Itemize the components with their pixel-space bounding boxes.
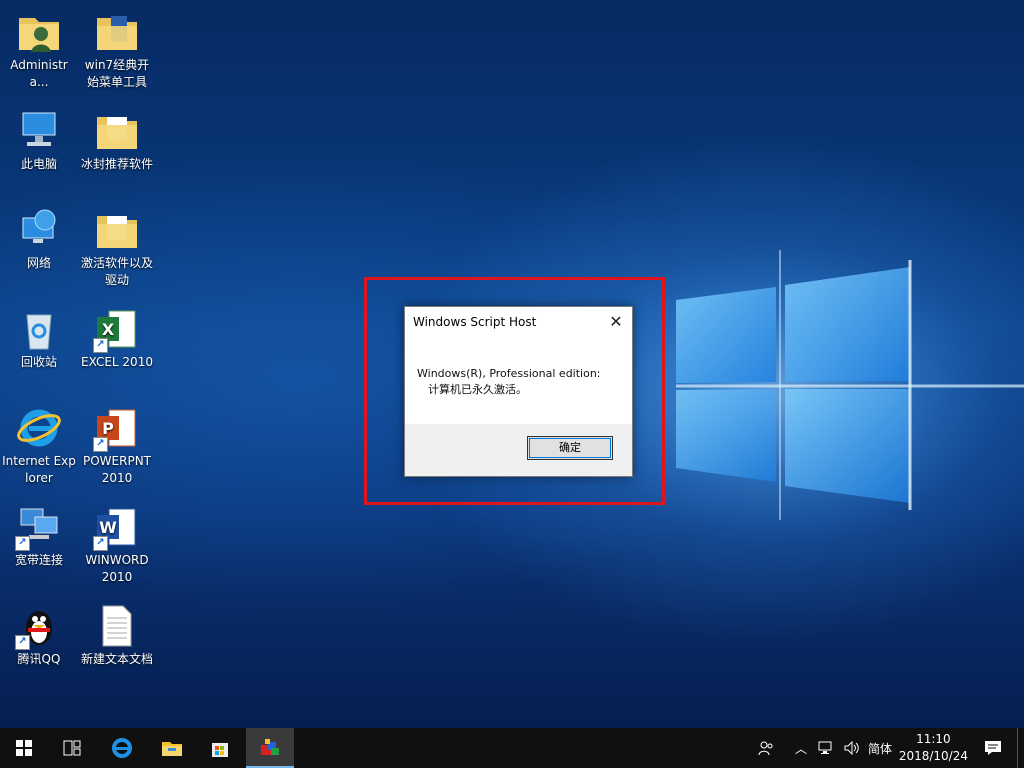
close-icon[interactable]: ✕ bbox=[606, 312, 626, 332]
chevron-up-icon: ︿ bbox=[794, 741, 807, 756]
script-host-dialog[interactable]: Windows Script Host ✕ Windows(R), Profes… bbox=[404, 306, 633, 477]
icon-label: 激活软件以及驱动 bbox=[80, 256, 153, 287]
icon-label: win7经典开始菜单工具 bbox=[84, 58, 150, 89]
dialog-message-line2: 计算机已永久激活。 bbox=[428, 383, 527, 396]
computer-icon bbox=[15, 107, 63, 155]
icon-label: 回收站 bbox=[20, 355, 57, 369]
desktop-icon-this-pc[interactable]: 此电脑 bbox=[0, 107, 78, 173]
text-document-icon bbox=[93, 602, 141, 650]
task-view-button[interactable] bbox=[48, 728, 96, 768]
tray-people-button[interactable] bbox=[752, 728, 780, 768]
show-desktop-button[interactable] bbox=[1017, 728, 1024, 768]
icon-label: 网络 bbox=[26, 256, 51, 270]
icon-label: 腾讯QQ bbox=[17, 652, 61, 666]
desktop-icon-recommended-software[interactable]: 冰封推荐软件 bbox=[78, 107, 156, 173]
desktop[interactable]: Administra... 此电脑 网络 回收站 Internet Explor… bbox=[0, 0, 1024, 728]
desktop-icon-recycle-bin[interactable]: 回收站 bbox=[0, 305, 78, 371]
powerpoint-icon: P ↗ bbox=[93, 404, 141, 452]
store-icon bbox=[212, 743, 228, 757]
desktop-icon-internet-explorer[interactable]: Internet Explorer bbox=[0, 404, 78, 487]
excel-icon: X ↗ bbox=[93, 305, 141, 353]
icon-label: Administra... bbox=[10, 58, 68, 89]
svg-text:P: P bbox=[102, 419, 114, 438]
taskbar-script-host-app[interactable] bbox=[246, 728, 294, 768]
broadband-connection-icon: ↗ bbox=[15, 503, 63, 551]
tray-volume-button[interactable] bbox=[840, 728, 864, 768]
taskbar-file-explorer[interactable] bbox=[148, 728, 196, 768]
notification-icon bbox=[985, 741, 1001, 755]
desktop-icon-administrator[interactable]: Administra... bbox=[0, 8, 78, 91]
dialog-message-line1: Windows(R), Professional edition: bbox=[417, 367, 601, 380]
svg-text:X: X bbox=[102, 320, 115, 339]
ok-button[interactable]: 确定 bbox=[527, 436, 613, 460]
desktop-icon-excel-2010[interactable]: X ↗ EXCEL 2010 bbox=[78, 305, 156, 371]
tray-overflow-button[interactable]: ︿ bbox=[790, 728, 812, 768]
shortcut-arrow-icon: ↗ bbox=[93, 338, 108, 353]
taskbar: ︿ 简体 11:10 2018/10/24 bbox=[0, 728, 1024, 768]
speaker-icon bbox=[844, 741, 859, 755]
icon-label: POWERPNT 2010 bbox=[82, 454, 151, 485]
folder-icon bbox=[93, 8, 141, 56]
taskbar-edge[interactable] bbox=[98, 728, 146, 768]
ime-indicator[interactable]: 简体 bbox=[868, 728, 896, 768]
shortcut-arrow-icon: ↗ bbox=[93, 536, 108, 551]
folder-icon bbox=[93, 206, 141, 254]
clock-time: 11:10 bbox=[916, 732, 951, 746]
clock[interactable]: 11:10 2018/10/24 bbox=[899, 731, 968, 765]
desktop-icon-powerpnt-2010[interactable]: P ↗ POWERPNT 2010 bbox=[78, 404, 156, 487]
icon-label: 新建文本文档 bbox=[80, 652, 153, 666]
shortcut-arrow-icon: ↗ bbox=[15, 536, 30, 551]
action-center-button[interactable] bbox=[978, 728, 1008, 768]
start-button[interactable] bbox=[0, 728, 48, 768]
shortcut-arrow-icon: ↗ bbox=[15, 635, 30, 650]
recycle-bin-icon bbox=[15, 305, 63, 353]
file-explorer-icon bbox=[162, 742, 182, 756]
icon-label: WINWORD 2010 bbox=[85, 553, 149, 584]
script-host-app-icon bbox=[261, 739, 279, 755]
desktop-icon-activation-drivers[interactable]: 激活软件以及驱动 bbox=[78, 206, 156, 289]
word-icon: W ↗ bbox=[93, 503, 141, 551]
tray-network-button[interactable] bbox=[814, 728, 838, 768]
desktop-icon-winword-2010[interactable]: W ↗ WINWORD 2010 bbox=[78, 503, 156, 586]
icon-label: 此电脑 bbox=[20, 157, 57, 171]
desktop-icon-broadband[interactable]: ↗ 宽带连接 bbox=[0, 503, 78, 569]
shortcut-arrow-icon: ↗ bbox=[93, 437, 108, 452]
desktop-icon-network[interactable]: 网络 bbox=[0, 206, 78, 272]
edge-browser-icon bbox=[112, 738, 132, 758]
network-status-icon bbox=[818, 741, 832, 754]
qq-penguin-icon: ↗ bbox=[15, 602, 63, 650]
internet-explorer-icon bbox=[15, 404, 63, 452]
people-icon bbox=[758, 741, 773, 756]
task-view-icon bbox=[63, 740, 81, 756]
taskbar-store[interactable] bbox=[196, 728, 244, 768]
user-folder-icon bbox=[15, 8, 63, 56]
folder-icon bbox=[93, 107, 141, 155]
icon-label: EXCEL 2010 bbox=[81, 355, 153, 369]
dialog-titlebar[interactable]: Windows Script Host ✕ bbox=[405, 307, 632, 337]
icon-label: 冰封推荐软件 bbox=[80, 157, 153, 171]
windows-logo-icon bbox=[16, 740, 32, 756]
clock-date: 2018/10/24 bbox=[898, 749, 968, 763]
icon-label: Internet Explorer bbox=[2, 454, 76, 485]
dialog-message: Windows(R), Professional edition: 计算机已永久… bbox=[417, 366, 601, 398]
network-icon bbox=[15, 206, 63, 254]
desktop-icon-win7-start-menu-tool[interactable]: win7经典开始菜单工具 bbox=[78, 8, 156, 91]
svg-text:W: W bbox=[99, 518, 117, 537]
icon-label: 宽带连接 bbox=[14, 553, 63, 567]
desktop-icon-qq[interactable]: ↗ 腾讯QQ bbox=[0, 602, 78, 668]
dialog-title: Windows Script Host bbox=[413, 315, 537, 329]
desktop-icon-new-text-document[interactable]: 新建文本文档 bbox=[78, 602, 156, 668]
dialog-footer: 确定 bbox=[405, 424, 632, 476]
